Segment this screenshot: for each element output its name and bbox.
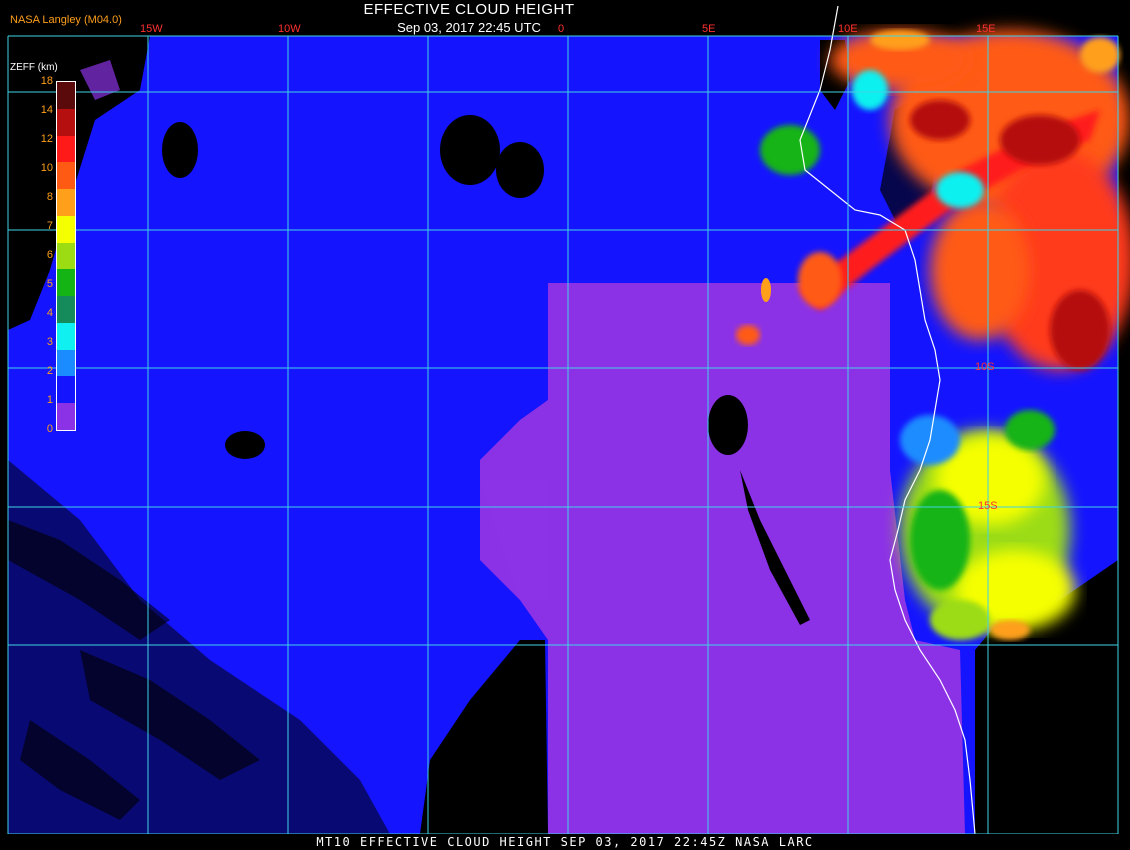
legend-color-band: [57, 82, 75, 110]
legend-tick-label: 7: [46, 220, 53, 232]
legend-color-band: [57, 189, 75, 217]
color-legend: [56, 81, 76, 431]
legend-tick-label: 18: [40, 75, 53, 87]
legend-tick-label: 6: [46, 249, 53, 261]
legend-color-band: [57, 403, 75, 431]
legend-color-band: [57, 108, 75, 137]
latitude-label: 10S: [975, 361, 995, 373]
legend-color-band: [57, 162, 75, 190]
longitude-label: 0: [558, 23, 565, 35]
legend-tick-label: 2: [46, 365, 53, 377]
legend-color-band: [57, 376, 75, 404]
cloud-height-map: [7, 5, 1130, 835]
legend-tick-label: 10: [40, 162, 53, 174]
longitude-label: 10E: [838, 23, 858, 35]
legend-tick-label: 14: [40, 104, 53, 116]
longitude-label: 5E: [702, 23, 716, 35]
footer-caption: MT10 EFFECTIVE CLOUD HEIGHT SEP 03, 2017…: [316, 835, 814, 849]
legend-tick-label: 1: [46, 394, 53, 406]
legend-color-band: [57, 242, 75, 270]
clear-patch: [708, 395, 748, 455]
legend-color-band: [57, 269, 75, 297]
latitude-label: 15S: [978, 500, 998, 512]
agency-label: NASA Langley (M04.0): [10, 14, 122, 26]
map-title: EFFECTIVE CLOUD HEIGHT: [363, 1, 575, 18]
legend-color-band: [57, 322, 75, 351]
legend-color-band: [57, 349, 75, 377]
satellite-image-viewer: EFFECTIVE CLOUD HEIGHT Sep 03, 2017 22:4…: [0, 0, 1130, 850]
longitude-label: 10W: [278, 23, 301, 35]
longitude-label: 15W: [140, 23, 163, 35]
longitude-label: 15E: [976, 23, 996, 35]
legend-tick-label: 3: [46, 336, 53, 348]
legend-unit-label: ZEFF (km): [10, 62, 58, 73]
legend-tick-label: 5: [46, 278, 53, 290]
legend-tick-label: 8: [46, 191, 53, 203]
legend-color-band: [57, 215, 75, 244]
legend-tick-label: 0: [46, 423, 53, 435]
legend-tick-label: 4: [46, 307, 53, 319]
legend-color-band: [57, 296, 75, 324]
legend-tick-label: 12: [40, 133, 53, 145]
legend-color-band: [57, 135, 75, 163]
